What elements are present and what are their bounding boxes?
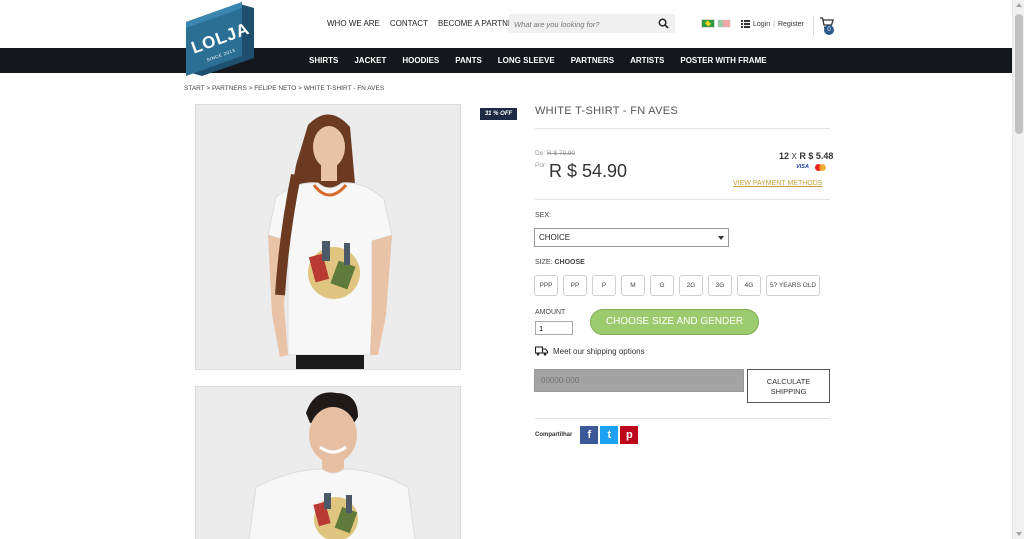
portugal-flag-icon[interactable] (717, 19, 731, 28)
divider (535, 199, 830, 200)
search-box (509, 14, 675, 34)
size-choose-text: CHOOSE (554, 259, 585, 266)
female-model-photo (196, 105, 460, 369)
size-options: PPP PP P M G 2G 3G 4G 5? YEARS OLD (534, 275, 821, 296)
installments-value: R $ 5.48 (799, 151, 834, 161)
old-price: De: R $ 79.90 (535, 150, 575, 157)
nav-item-jacket[interactable]: JACKET (354, 56, 386, 65)
sex-selected-value: CHOICE (539, 233, 571, 242)
mastercard-icon (814, 163, 828, 172)
account-links: Login | Register (741, 20, 804, 28)
installments: 12 X R $ 5.48 (779, 151, 833, 161)
male-model-photo (196, 387, 460, 539)
become-partner-link[interactable]: BECOME A PARTNER (438, 19, 519, 28)
search-input[interactable] (509, 15, 649, 34)
product-image-female-model[interactable] (195, 104, 461, 370)
nav-item-artists[interactable]: ARTISTS (630, 56, 664, 65)
nav-item-poster-with-frame[interactable]: POSTER WITH FRAME (680, 56, 766, 65)
calculate-shipping-label-1: CALCULATE (766, 377, 811, 386)
new-price-value: R $ 54.90 (549, 161, 628, 181)
sex-label: SEX: (535, 212, 551, 219)
sex-select[interactable]: CHOICE (534, 228, 729, 247)
divider (535, 418, 830, 419)
size-option-2g[interactable]: 2G (679, 275, 703, 296)
visa-icon: VISA (796, 164, 809, 170)
main-nav: SHIRTS JACKET HOODIES PANTS LONG SLEEVE … (0, 48, 1012, 73)
share-bar: Compartilhar f t p (535, 426, 639, 444)
language-flags (701, 19, 731, 28)
nav-item-hoodies[interactable]: HOODIES (402, 56, 439, 65)
top-links: WHO WE ARE CONTACT BECOME A PARTNER (327, 19, 519, 28)
size-option-ppp[interactable]: PPP (534, 275, 558, 296)
brazil-flag-icon[interactable] (701, 19, 715, 28)
breadcrumb[interactable]: START > PARTNERS > FELIPE NETO > WHITE T… (184, 85, 384, 92)
divider (535, 128, 830, 129)
twitter-icon[interactable]: t (600, 426, 619, 444)
size-option-3g[interactable]: 3G (708, 275, 732, 296)
who-we-are-link[interactable]: WHO WE ARE (327, 19, 380, 28)
contact-link[interactable]: CONTACT (390, 19, 428, 28)
scrollbar-thumb[interactable] (1015, 14, 1023, 134)
nav-item-shirts[interactable]: SHIRTS (309, 56, 338, 65)
shipping-options-text: Meet our shipping options (553, 346, 645, 356)
facebook-icon[interactable]: f (580, 426, 599, 444)
scroll-down-icon[interactable] (1016, 532, 1022, 536)
installments-count: 12 (779, 151, 790, 161)
pinterest-icon[interactable]: p (620, 426, 639, 444)
calculate-shipping-button[interactable]: CALCULATE SHIPPING (747, 369, 830, 403)
page-scrollbar[interactable] (1012, 0, 1024, 539)
amount-input[interactable] (535, 321, 573, 335)
nav-item-partners[interactable]: PARTNERS (571, 56, 614, 65)
size-option-m[interactable]: M (621, 275, 645, 296)
size-option-4g[interactable]: 4G (737, 275, 761, 296)
size-option-g[interactable]: G (650, 275, 674, 296)
share-label: Compartilhar (535, 432, 573, 438)
lolja-logo[interactable]: LOLJA SINCE 2013 (184, 2, 258, 78)
discount-badge: 31 % OFF (480, 108, 517, 120)
list-icon (741, 20, 750, 28)
payment-cards: VISA (795, 163, 828, 172)
product-image-male-model[interactable] (195, 386, 461, 539)
login-link[interactable]: Login (753, 21, 770, 28)
old-price-value: R $ 79.90 (546, 150, 576, 157)
view-payment-methods-link[interactable]: VIEW PAYMENT METHODS (733, 180, 822, 187)
zip-code-input[interactable] (534, 369, 744, 392)
size-option-p[interactable]: P (592, 275, 616, 296)
header: WHO WE ARE CONTACT BECOME A PARTNER Logi… (0, 0, 1012, 48)
chevron-down-icon (718, 235, 724, 240)
choose-size-and-gender-button[interactable]: CHOOSE SIZE AND GENDER (590, 309, 759, 335)
size-label: SIZE: CHOOSE (535, 259, 585, 266)
size-option-pp[interactable]: PP (563, 275, 587, 296)
nav-item-long-sleeve[interactable]: LONG SLEEVE (498, 56, 555, 65)
product-title: WHITE T-SHIRT - FN AVES (535, 105, 678, 117)
account-separator: | (773, 20, 775, 28)
scroll-up-icon[interactable] (1016, 3, 1022, 7)
shipping-options-link[interactable]: Meet our shipping options (535, 346, 645, 356)
old-price-prefix: De: (535, 150, 546, 157)
amount-label: AMOUNT (535, 309, 566, 316)
size-option-years-old[interactable]: 5? YEARS OLD (766, 275, 821, 296)
nav-item-pants[interactable]: PANTS (455, 56, 482, 65)
cart-count-badge: 0 (824, 25, 834, 35)
truck-icon (535, 346, 548, 356)
register-link[interactable]: Register (778, 21, 804, 28)
search-icon[interactable] (658, 18, 669, 29)
installments-x: X (791, 152, 797, 161)
new-price-prefix: Por: (535, 162, 547, 169)
calculate-shipping-label-2: SHIPPING (770, 387, 807, 396)
